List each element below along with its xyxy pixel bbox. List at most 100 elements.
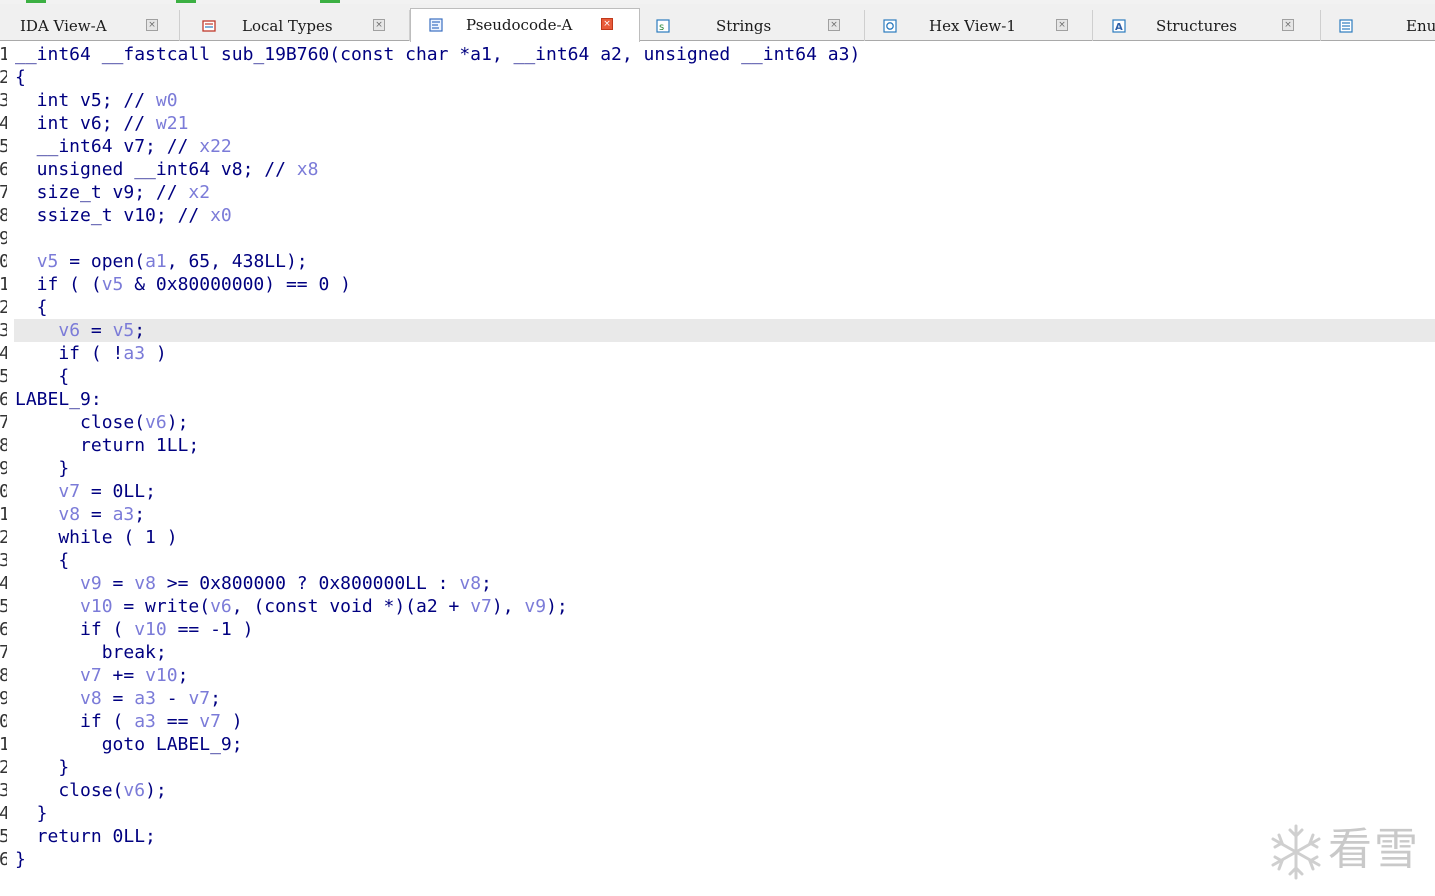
code-line[interactable]: 5 { bbox=[0, 365, 1435, 388]
strings-icon: s bbox=[656, 18, 670, 33]
code-line[interactable]: 0 v7 = 0LL; bbox=[0, 480, 1435, 503]
tab-label: Enu bbox=[1406, 17, 1435, 35]
tab-pseudocode-a[interactable]: Pseudocode-A × bbox=[410, 8, 640, 42]
close-icon[interactable]: × bbox=[1282, 19, 1294, 31]
close-icon[interactable]: × bbox=[1056, 19, 1068, 31]
code-line[interactable]: 2 { bbox=[0, 296, 1435, 319]
code-line[interactable]: 6 if ( v10 == -1 ) bbox=[0, 618, 1435, 641]
code-line[interactable]: 2 } bbox=[0, 756, 1435, 779]
code-text: goto LABEL_9; bbox=[15, 734, 243, 755]
code-line[interactable]: 5 __int64 v7; // x22 bbox=[0, 135, 1435, 158]
code-text: if ( a3 == v7 ) bbox=[15, 711, 243, 732]
code-line[interactable]: 0 if ( a3 == v7 ) bbox=[0, 710, 1435, 733]
code-line[interactable]: 4 v9 = v8 >= 0x800000 ? 0x800000LL : v8; bbox=[0, 572, 1435, 595]
code-line[interactable]: 5 return 0LL; bbox=[0, 825, 1435, 848]
code-line[interactable]: 9 } bbox=[0, 457, 1435, 480]
code-text: { bbox=[15, 550, 70, 571]
code-text: if ( !a3 ) bbox=[15, 343, 167, 364]
top-marker bbox=[320, 0, 340, 3]
line-number: 9 bbox=[0, 458, 7, 479]
code-text: ssize_t v10; // x0 bbox=[15, 205, 232, 226]
line-number: 2 bbox=[0, 527, 7, 548]
code-line[interactable]: 9 v8 = a3 - v7; bbox=[0, 687, 1435, 710]
line-number: 6 bbox=[0, 619, 7, 640]
code-text: if ( v10 == -1 ) bbox=[15, 619, 254, 640]
code-line[interactable]: 1 if ( (v5 & 0x80000000) == 0 ) bbox=[0, 273, 1435, 296]
code-text: v10 = write(v6, (const void *)(a2 + v7),… bbox=[80, 596, 568, 617]
tab-strings[interactable]: s Strings × bbox=[640, 10, 865, 41]
line-number: 8 bbox=[0, 665, 7, 686]
code-text: break; bbox=[15, 642, 167, 663]
enums-icon bbox=[1339, 18, 1353, 33]
code-line[interactable]: 3 v6 = v5; bbox=[0, 319, 1435, 342]
code-line[interactable]: 8 ssize_t v10; // x0 bbox=[0, 204, 1435, 227]
tab-label: Structures bbox=[1156, 17, 1237, 35]
svg-text:s: s bbox=[659, 22, 664, 33]
code-text: LABEL_9: bbox=[15, 389, 102, 410]
code-line[interactable]: 9 bbox=[0, 227, 1435, 250]
code-line[interactable]: 8 return 1LL; bbox=[0, 434, 1435, 457]
code-line[interactable]: 4 int v6; // w21 bbox=[0, 112, 1435, 135]
code-text: { bbox=[15, 297, 48, 318]
code-line[interactable]: 1 v8 = a3; bbox=[0, 503, 1435, 526]
tab-local-types[interactable]: Local Types × bbox=[180, 10, 410, 41]
pseudocode-view[interactable]: 1 __int64 __fastcall sub_19B760(const cha… bbox=[0, 42, 1435, 896]
tab-label: Strings bbox=[716, 17, 772, 35]
code-line[interactable]: 4 if ( !a3 ) bbox=[0, 342, 1435, 365]
line-number: 5 bbox=[0, 366, 7, 387]
code-line[interactable]: 1 __int64 __fastcall sub_19B760(const cha… bbox=[0, 43, 1435, 66]
code-text: } bbox=[15, 757, 70, 778]
watermark-text: 看雪 bbox=[1328, 824, 1420, 875]
line-number: 7 bbox=[0, 182, 7, 203]
code-line[interactable]: 2{ bbox=[0, 66, 1435, 89]
code-line[interactable]: 6} bbox=[0, 848, 1435, 871]
tab-label: Hex View-1 bbox=[929, 17, 1016, 35]
code-line[interactable]: 3 int v5; // w0 bbox=[0, 89, 1435, 112]
code-text: int v5; // w0 bbox=[15, 90, 178, 111]
code-text: v8 = a3 - v7; bbox=[80, 688, 221, 709]
code-line[interactable]: 3 { bbox=[0, 549, 1435, 572]
code-line[interactable]: 8 v7 += v10; bbox=[0, 664, 1435, 687]
tab-ida-view-a[interactable]: IDA View-A × bbox=[0, 10, 180, 41]
code-line[interactable]: 5 v10 = write(v6, (const void *)(a2 + v7… bbox=[0, 595, 1435, 618]
line-number: 1 bbox=[0, 734, 7, 755]
code-text: v8 = a3; bbox=[58, 504, 146, 525]
tab-hex-view-1[interactable]: Hex View-1 × bbox=[865, 10, 1093, 41]
line-number: 8 bbox=[0, 435, 7, 456]
tab-label: Local Types bbox=[242, 17, 333, 35]
code-line[interactable]: 6 LABEL_9: bbox=[0, 388, 1435, 411]
code-line[interactable]: 0 v5 = open(a1, 65, 438LL); bbox=[0, 250, 1435, 273]
line-number: 6 bbox=[0, 159, 7, 180]
line-number: 7 bbox=[0, 412, 7, 433]
code-line[interactable]: 2 while ( 1 ) bbox=[0, 526, 1435, 549]
code-line[interactable]: 4 } bbox=[0, 802, 1435, 825]
line-number: 1 bbox=[0, 274, 7, 295]
code-line[interactable]: 7 break; bbox=[0, 641, 1435, 664]
line-number: 5 bbox=[0, 596, 7, 617]
code-line[interactable]: 7 close(v6); bbox=[0, 411, 1435, 434]
snowflake-icon bbox=[1268, 822, 1324, 886]
code-text: unsigned __int64 v8; // x8 bbox=[15, 159, 319, 180]
tab-structures[interactable]: A Structures × bbox=[1093, 10, 1321, 41]
code-text: close(v6); bbox=[15, 412, 189, 433]
close-icon[interactable]: × bbox=[146, 19, 158, 31]
line-number: 3 bbox=[0, 320, 7, 341]
code-text: close(v6); bbox=[15, 780, 167, 801]
line-number: 0 bbox=[0, 711, 7, 732]
tab-label: Pseudocode-A bbox=[466, 16, 573, 34]
close-icon[interactable]: × bbox=[373, 19, 385, 31]
structures-icon: A bbox=[1112, 18, 1126, 33]
code-line[interactable]: 3 close(v6); bbox=[0, 779, 1435, 802]
close-icon[interactable]: × bbox=[828, 19, 840, 31]
local-types-icon bbox=[202, 18, 216, 32]
code-text: } bbox=[15, 849, 26, 870]
code-line[interactable]: 7 size_t v9; // x2 bbox=[0, 181, 1435, 204]
code-text: v6 = v5; bbox=[58, 320, 146, 341]
code-line[interactable]: 6 unsigned __int64 v8; // x8 bbox=[0, 158, 1435, 181]
code-line[interactable]: 1 goto LABEL_9; bbox=[0, 733, 1435, 756]
line-number: 0 bbox=[0, 251, 7, 272]
code-text: return 0LL; bbox=[15, 826, 156, 847]
close-icon[interactable]: × bbox=[601, 18, 613, 30]
line-number: 1 bbox=[0, 504, 7, 525]
tab-enums[interactable]: Enu bbox=[1321, 10, 1435, 41]
